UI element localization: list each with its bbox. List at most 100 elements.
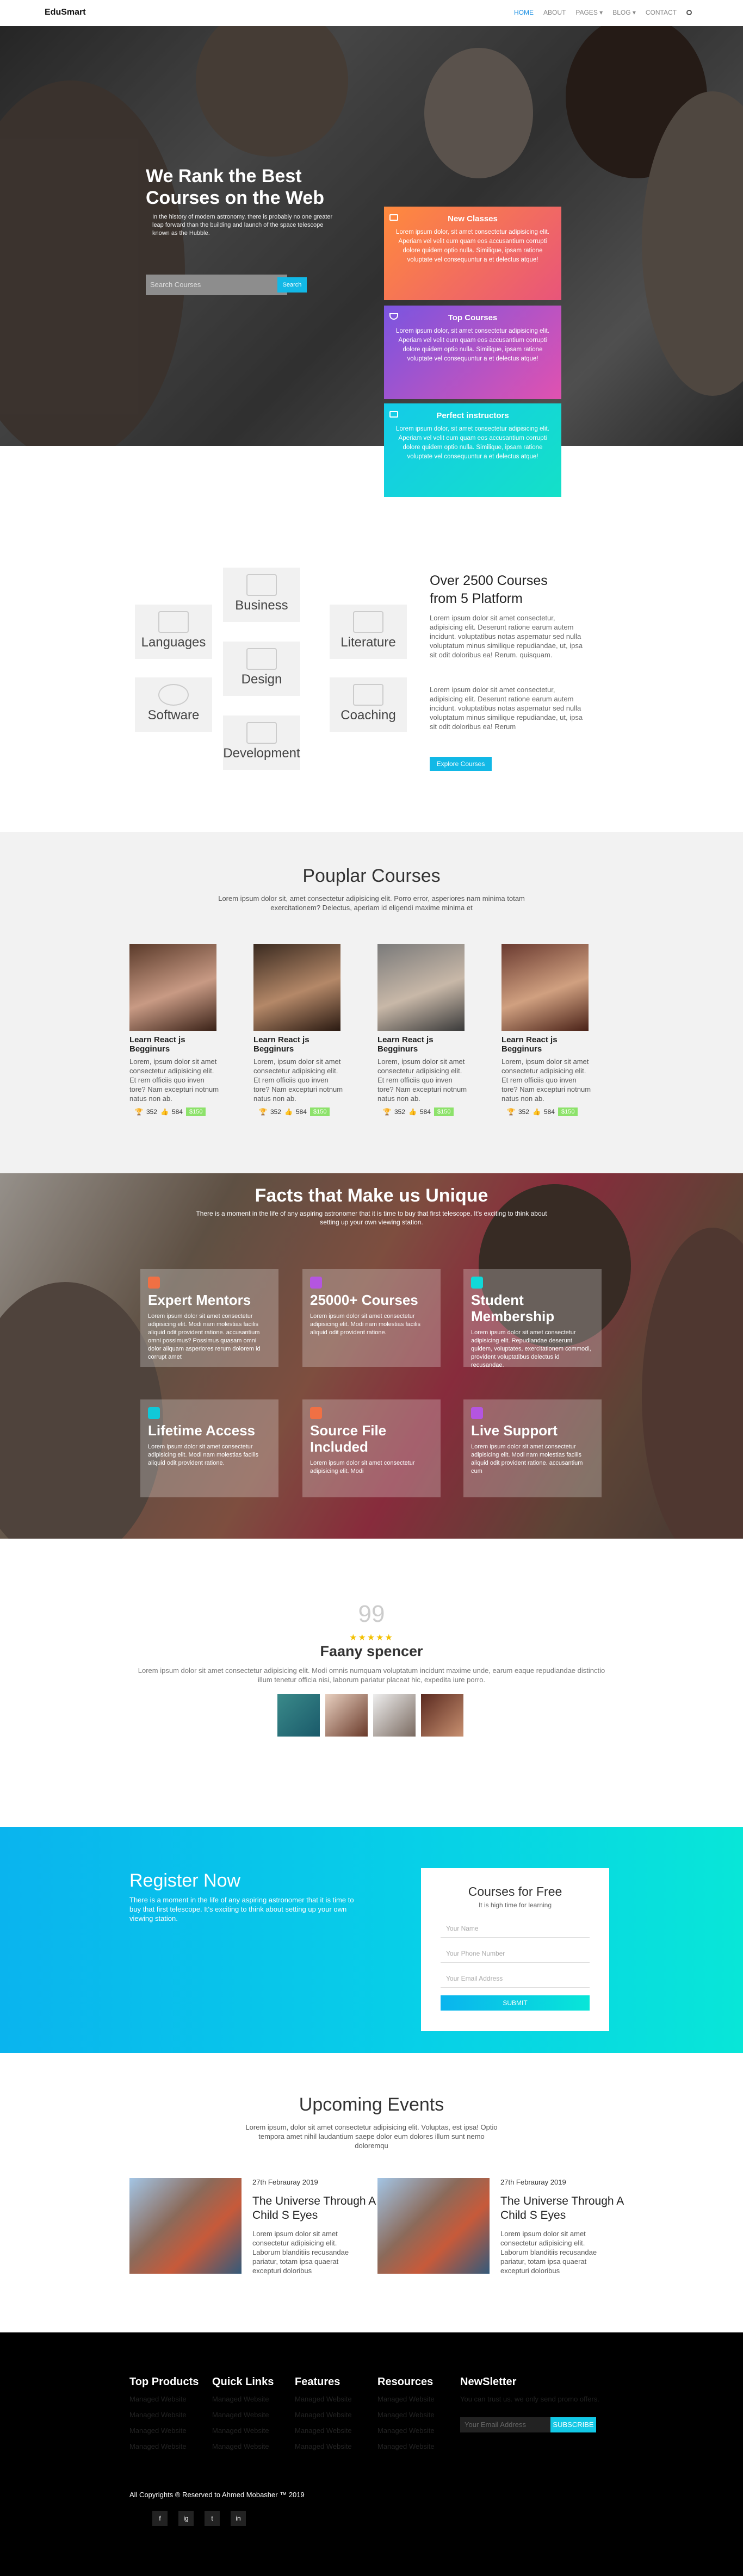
category-coaching[interactable]: Coaching [330, 677, 407, 732]
name-field[interactable]: Your Name [441, 1919, 590, 1938]
linkedin-icon[interactable]: in [231, 2511, 246, 2526]
footer-heading: Top Products [129, 2376, 199, 2388]
event-title[interactable]: The Universe Through A Child S Eyes [252, 2194, 377, 2223]
testimonial-avatar[interactable] [421, 1694, 463, 1737]
facts-title: Facts that Make us Unique [255, 1185, 488, 1206]
category-development[interactable]: Development [223, 715, 300, 770]
search-icon[interactable] [686, 10, 692, 15]
submit-button[interactable]: SUBMIT [441, 1995, 590, 2011]
course-name[interactable]: Learn React js Begginurs [253, 1035, 344, 1054]
facebook-icon[interactable]: f [152, 2511, 168, 2526]
fact-text: Lorem ipsum dolor sit amet consectetur a… [471, 1329, 591, 1368]
fact-text: Lorem ipsum dolor sit amet consectetur a… [310, 1460, 415, 1474]
price-badge: $150 [558, 1107, 578, 1116]
fact-title: Lifetime Access [148, 1422, 256, 1439]
footer-link[interactable]: Managed Website [129, 2411, 199, 2419]
footer-link[interactable]: Managed Website [129, 2395, 199, 2403]
category-label: Literature [340, 635, 396, 650]
event-image [129, 2178, 242, 2274]
instagram-icon[interactable]: ig [178, 2511, 194, 2526]
platform-paragraph: Lorem ipsum dolor sit amet consectetur, … [430, 614, 583, 659]
category-business[interactable]: Business [223, 568, 300, 622]
category-label: Development [223, 746, 300, 761]
category-languages[interactable]: Languages [135, 605, 212, 659]
register-text: There is a moment in the life of any asp… [129, 1896, 354, 1922]
course-card[interactable]: Learn React js Begginurs Lorem, ipsum do… [129, 944, 220, 1116]
footer-link[interactable]: Managed Website [129, 2426, 199, 2435]
like-icon: 👍 [408, 1108, 417, 1116]
event-text: Lorem ipsum dolor sit amet consectetur a… [252, 2230, 349, 2275]
footer-link[interactable]: Managed Website [212, 2411, 274, 2419]
footer-link[interactable]: Managed Website [295, 2442, 352, 2450]
event-title[interactable]: The Universe Through A Child S Eyes [500, 2194, 626, 2223]
explore-courses-button[interactable]: Explore Courses [430, 757, 492, 771]
course-name[interactable]: Learn React js Begginurs [129, 1035, 220, 1054]
search-input[interactable]: Search Courses [146, 275, 287, 295]
footer-link[interactable]: Managed Website [129, 2442, 199, 2450]
testimonial-name: Faany spencer [320, 1643, 423, 1659]
footer-link[interactable]: Managed Website [377, 2411, 435, 2419]
course-name[interactable]: Learn React js Begginurs [377, 1035, 468, 1054]
phone-field[interactable]: Your Phone Number [441, 1944, 590, 1963]
category-label: Coaching [340, 708, 396, 723]
nav-item-home[interactable]: HOME [514, 9, 534, 16]
fact-card: Source File Included Lorem ipsum dolor si… [302, 1399, 441, 1497]
course-card[interactable]: Learn React js Begginurs Lorem, ipsum do… [501, 944, 592, 1116]
footer-link[interactable]: Managed Website [377, 2426, 435, 2435]
email-field[interactable]: Your Email Address [441, 1969, 590, 1988]
hero-card-perfect-instructors[interactable]: Perfect instructors Lorem ipsum dolor, s… [384, 403, 561, 497]
fact-card: Lifetime Access Lorem ipsum dolor sit ame… [140, 1399, 278, 1497]
brand-logo[interactable]: EduSmart [45, 8, 86, 17]
events-title: Upcoming Events [299, 2094, 444, 2115]
footer-link[interactable]: Managed Website [212, 2395, 274, 2403]
footer-link[interactable]: Managed Website [295, 2395, 352, 2403]
hero-card-text: Lorem ipsum dolor, sit amet consectetur … [396, 229, 549, 263]
price-badge: $150 [185, 1107, 206, 1116]
footer-link[interactable]: Managed Website [212, 2426, 274, 2435]
gear-icon [158, 684, 189, 706]
popular-courses-section: Pouplar Courses Lorem ipsum dolor sit, a… [0, 832, 743, 1173]
category-software[interactable]: Software [135, 677, 212, 732]
course-image [501, 944, 589, 1031]
translate-icon [158, 611, 189, 633]
nav-item-about[interactable]: ABOUT [543, 9, 566, 16]
hero-card-new-classes[interactable]: New Classes Lorem ipsum dolor, sit amet … [384, 207, 561, 300]
newsletter-email-input[interactable]: Your Email Address [460, 2417, 550, 2432]
course-meta: 🏆 352 👍 584 $150 [259, 1107, 344, 1116]
like-count: 584 [543, 1108, 555, 1116]
nav-item-blog[interactable]: BLOG ▾ [612, 9, 636, 16]
event-date: 27th Febrauray 2019 [500, 2178, 566, 2186]
footer-link[interactable]: Managed Website [295, 2426, 352, 2435]
platform-title: Over 2500 Courses from 5 Platform [430, 573, 548, 606]
testimonial-avatar[interactable] [325, 1694, 368, 1737]
design-icon [246, 648, 277, 670]
footer-link[interactable]: Managed Website [295, 2411, 352, 2419]
nav-item-pages[interactable]: PAGES ▾ [575, 9, 603, 16]
footer-link[interactable]: Managed Website [377, 2395, 435, 2403]
nav-item-contact[interactable]: CONTACT [646, 9, 677, 16]
course-card[interactable]: Learn React js Begginurs Lorem, ipsum do… [377, 944, 468, 1116]
footer-link[interactable]: Managed Website [377, 2442, 435, 2450]
category-design[interactable]: Design [223, 642, 300, 696]
category-literature[interactable]: Literature [330, 605, 407, 659]
fact-title: Source File Included [310, 1422, 387, 1455]
hero-card-top-courses[interactable]: Top Courses Lorem ipsum dolor, sit amet … [384, 306, 561, 399]
twitter-icon[interactable]: t [205, 2511, 220, 2526]
course-meta: 🏆 352 👍 584 $150 [135, 1107, 220, 1116]
fact-title: 25000+ Courses [310, 1292, 418, 1308]
testimonial-avatar[interactable] [277, 1694, 320, 1737]
testimonial-avatar[interactable] [373, 1694, 416, 1737]
subscribe-button[interactable]: SUBSCRIBE [550, 2417, 596, 2432]
search-button[interactable]: Search [277, 277, 307, 293]
hero-text: In the history of modern astronomy, ther… [152, 214, 333, 237]
footer-heading: Features [295, 2376, 340, 2388]
image-icon [353, 611, 383, 633]
course-name[interactable]: Learn React js Begginurs [501, 1035, 592, 1054]
footer-column: Resources Managed Website Managed Websit… [377, 2376, 435, 2458]
fact-card: Student Membership Lorem ipsum dolor sit … [463, 1269, 602, 1368]
footer-link[interactable]: Managed Website [212, 2442, 274, 2450]
trophy-icon: 🏆 [383, 1108, 391, 1116]
category-label: Software [147, 708, 200, 723]
course-card[interactable]: Learn React js Begginurs Lorem, ipsum do… [253, 944, 344, 1116]
event-date: 27th Febrauray 2019 [252, 2178, 318, 2186]
